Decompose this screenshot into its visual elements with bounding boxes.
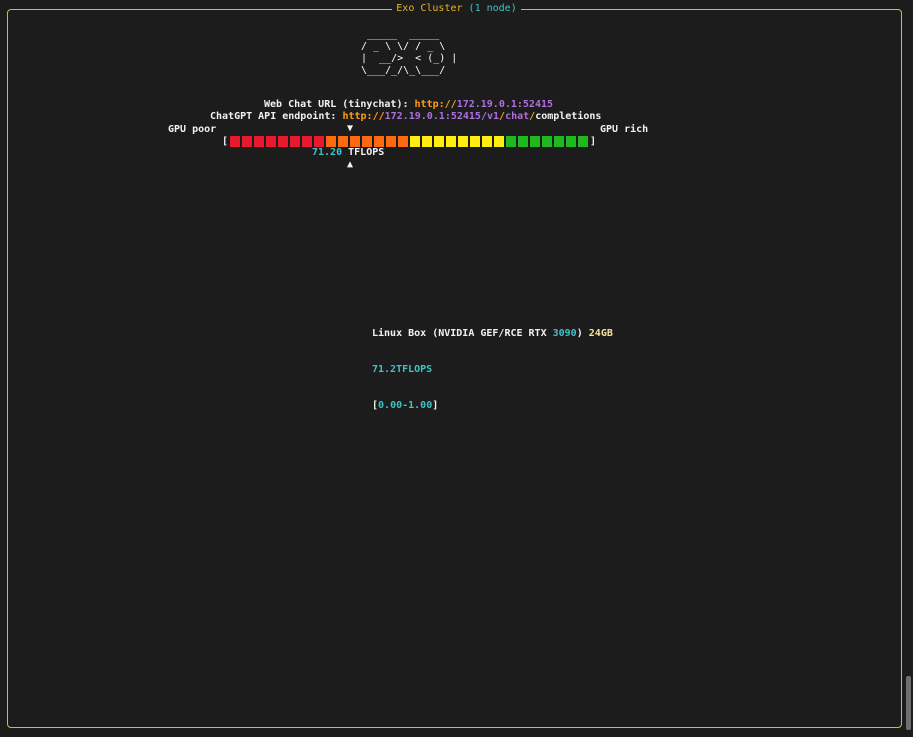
api-host[interactable]: 172.19.0.1:52415 bbox=[385, 111, 481, 122]
gpu-meter-cell bbox=[446, 136, 456, 147]
gpu-meter-cell bbox=[278, 136, 288, 147]
gpu-meter-cell bbox=[470, 136, 480, 147]
api-path-completions[interactable]: completions bbox=[535, 111, 601, 122]
gpu-poor-label: GPU poor bbox=[168, 124, 217, 135]
window-title: Exo Cluster bbox=[396, 3, 463, 14]
api-path-chat[interactable]: chat bbox=[505, 111, 529, 122]
web-chat-url-line: Web Chat URL (tinychat): http://172.19.0… bbox=[264, 99, 553, 111]
api-path-version[interactable]: v1 bbox=[487, 111, 499, 122]
gpu-meter-cell bbox=[242, 136, 252, 147]
cluster-tflops: 71.20 TFLOPS bbox=[312, 147, 384, 159]
gpu-meter-cell bbox=[338, 136, 348, 147]
node-name-line: Linux Box (NVIDIA GEF/RCE RTX 3090) 24GB bbox=[372, 328, 613, 340]
gpu-meter-cell bbox=[530, 136, 540, 147]
gpu-meter-cell bbox=[434, 136, 444, 147]
node-range: 0.00-1.00 bbox=[378, 400, 433, 411]
node-range-line: [0.00-1.00] bbox=[372, 400, 613, 412]
gpu-meter-cell bbox=[290, 136, 300, 147]
gpu-meter-cell bbox=[578, 136, 588, 147]
meter-marker-top-icon: ▼ bbox=[347, 123, 354, 134]
gpu-meter-cell bbox=[230, 136, 240, 147]
tflops-value: 71.20 bbox=[312, 147, 343, 158]
node-memory: 24GB bbox=[588, 328, 613, 339]
meter-marker-bottom-icon: ▲ bbox=[347, 159, 354, 170]
gpu-meter-bar bbox=[230, 136, 590, 147]
web-chat-host[interactable]: 172.19.0.1:52415 bbox=[457, 99, 553, 110]
gpu-meter-cell bbox=[482, 136, 492, 147]
gpu-meter-cell bbox=[542, 136, 552, 147]
web-chat-label: Web Chat URL (tinychat): bbox=[264, 99, 409, 110]
node-tflops: 71.2TFLOPS bbox=[372, 364, 433, 375]
node-name-prefix: Linux Box (NVIDIA GEF/RCE RTX bbox=[372, 328, 553, 339]
meter-open-bracket: [ bbox=[222, 136, 229, 147]
gpu-meter-cell bbox=[314, 136, 324, 147]
gpu-meter-cell bbox=[422, 136, 432, 147]
node-info: Linux Box (NVIDIA GEF/RCE RTX 3090) 24GB… bbox=[372, 304, 613, 424]
gpu-meter-cell bbox=[266, 136, 276, 147]
meter-close-bracket: ] bbox=[590, 136, 597, 147]
exo-ascii-logo: _____ _____ / _ \ \/ / _ \ | __/> < (_) … bbox=[361, 29, 458, 76]
frame-title: Exo Cluster (1 node) bbox=[0, 3, 913, 15]
tflops-unit: TFLOPS bbox=[348, 147, 385, 158]
gpu-meter-cell bbox=[362, 136, 372, 147]
node-model-number: 3090 bbox=[552, 328, 577, 339]
api-scheme[interactable]: http:// bbox=[342, 111, 384, 122]
gpu-meter-cell bbox=[566, 136, 576, 147]
gpu-rich-label: GPU rich bbox=[600, 124, 649, 135]
node-range-close: ] bbox=[432, 400, 439, 411]
gpu-meter-cell bbox=[254, 136, 264, 147]
gpu-meter-cell bbox=[386, 136, 396, 147]
gpu-meter-cell bbox=[374, 136, 384, 147]
gpu-meter-cell bbox=[458, 136, 468, 147]
gpu-meter-cell bbox=[302, 136, 312, 147]
gpu-meter-cell bbox=[350, 136, 360, 147]
gpu-meter-cell bbox=[398, 136, 408, 147]
gpu-meter-cell bbox=[518, 136, 528, 147]
api-label: ChatGPT API endpoint: bbox=[210, 111, 337, 122]
gpu-meter-cell bbox=[410, 136, 420, 147]
api-endpoint-line: ChatGPT API endpoint: http://172.19.0.1:… bbox=[210, 111, 601, 123]
gpu-meter-cell bbox=[326, 136, 336, 147]
scrollbar-thumb[interactable] bbox=[906, 676, 911, 730]
gpu-meter-cell bbox=[494, 136, 504, 147]
web-chat-scheme[interactable]: http:// bbox=[415, 99, 457, 110]
gpu-meter-cell bbox=[506, 136, 516, 147]
gpu-meter-cell bbox=[554, 136, 564, 147]
node-name-suffix: ) bbox=[576, 328, 583, 339]
node-count: (1 node) bbox=[468, 3, 517, 14]
